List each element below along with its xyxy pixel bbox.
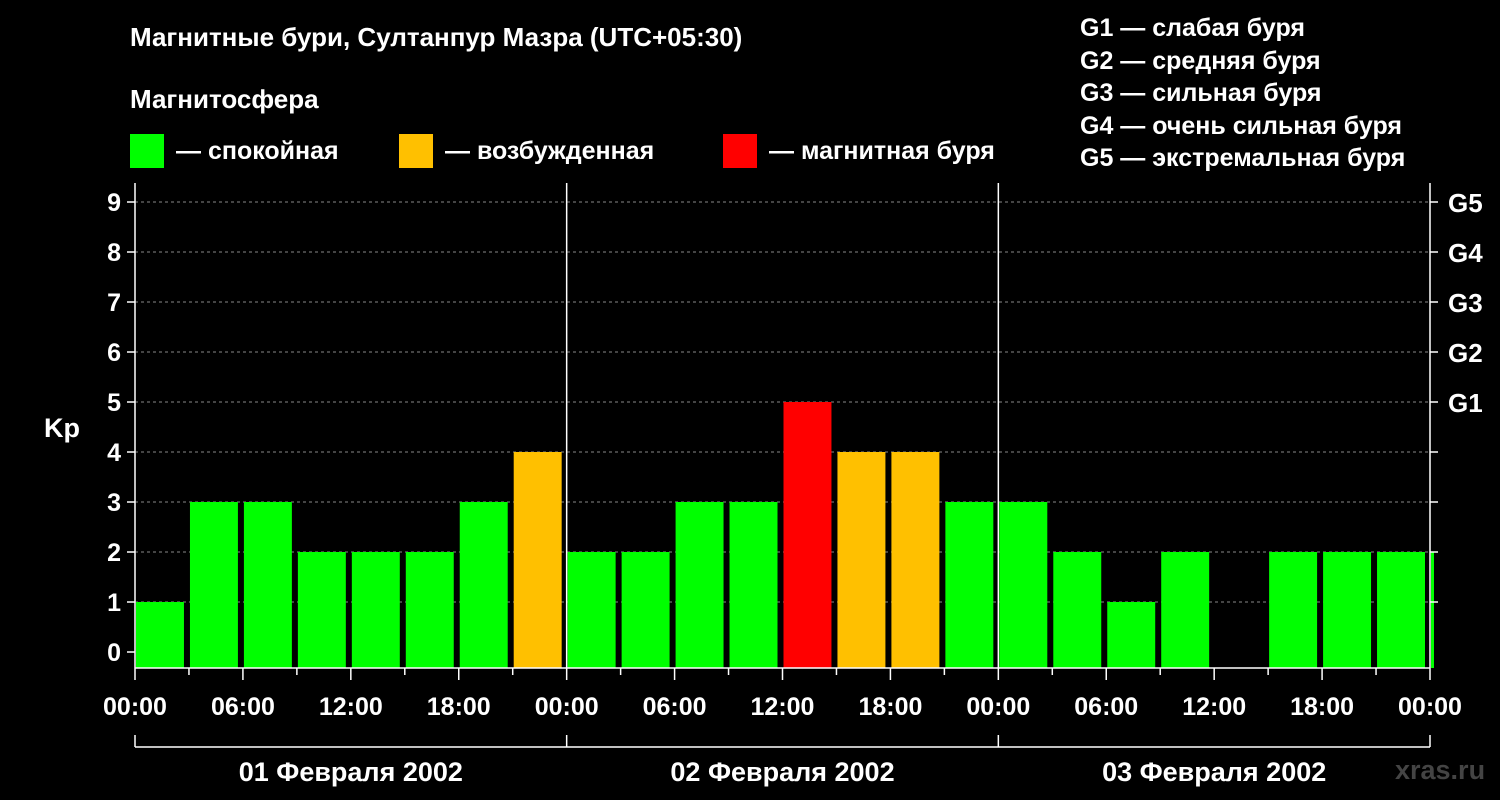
y-tick-label: 8	[107, 239, 121, 267]
kp-bar	[405, 552, 454, 668]
x-tick-label: 00:00	[1398, 693, 1462, 721]
kp-bar	[945, 502, 994, 668]
date-label: 03 Февраля 2002	[1102, 757, 1326, 787]
kp-bar	[297, 552, 346, 668]
date-label: 02 Февраля 2002	[670, 757, 894, 787]
x-tick-label: 12:00	[319, 693, 383, 721]
y-tick-label: 3	[107, 489, 121, 517]
y-tick-label: 2	[107, 539, 121, 567]
kp-bar	[1377, 552, 1425, 668]
x-tick-label: 18:00	[1290, 693, 1354, 721]
kp-bar	[999, 502, 1048, 668]
y-tick-label: 5	[107, 389, 121, 417]
kp-bar	[513, 452, 562, 668]
g-tick-label: G4	[1448, 238, 1483, 268]
g-tick-label: G3	[1448, 288, 1483, 318]
kp-bar	[729, 502, 778, 668]
kp-bar	[567, 552, 616, 668]
x-tick-label: 12:00	[751, 693, 815, 721]
x-tick-label: 06:00	[1074, 693, 1138, 721]
x-tick-label: 00:00	[103, 693, 167, 721]
date-label: 01 Февраля 2002	[239, 757, 463, 787]
y-tick-label: 7	[107, 289, 121, 317]
kp-bar	[675, 502, 724, 668]
y-tick-label: 4	[107, 439, 121, 467]
kp-bar	[1107, 602, 1156, 668]
y-tick-label: 1	[107, 589, 121, 617]
kp-bar	[136, 602, 184, 668]
kp-bar	[783, 402, 832, 668]
g-tick-label: G1	[1448, 388, 1483, 418]
y-tick-label: 0	[107, 639, 121, 667]
y-axis-label: Kp	[44, 413, 80, 443]
x-tick-label: 18:00	[427, 693, 491, 721]
y-tick-label: 6	[107, 339, 121, 367]
kp-bar	[621, 552, 670, 668]
x-tick-label: 06:00	[643, 693, 707, 721]
x-tick-label: 18:00	[858, 693, 922, 721]
kp-bar	[1053, 552, 1102, 668]
kp-chart: 0 1 2 3 4 5 6 7 8 9 G1 G2 G3 G4 G5 Kp 00:00 06:00 12:00 18:…	[44, 183, 1483, 787]
g-tick-label: G5	[1448, 188, 1483, 218]
kp-bar	[837, 452, 886, 668]
y-tick-label: 9	[107, 189, 121, 217]
brand-watermark: xras.ru	[1395, 755, 1486, 785]
kp-bar	[891, 452, 940, 668]
kp-bar	[243, 502, 292, 668]
x-tick-label: 00:00	[535, 693, 599, 721]
x-tick-label: 12:00	[1182, 693, 1246, 721]
x-tick-label: 00:00	[966, 693, 1030, 721]
kp-bar	[189, 502, 238, 668]
kp-bar	[1161, 552, 1210, 668]
x-tick-label: 06:00	[211, 693, 275, 721]
kp-bar	[1323, 552, 1372, 668]
kp-bar	[1431, 552, 1434, 668]
g-tick-label: G2	[1448, 338, 1483, 368]
kp-bar	[1269, 552, 1318, 668]
kp-bar	[459, 502, 508, 668]
kp-bar	[351, 552, 400, 668]
